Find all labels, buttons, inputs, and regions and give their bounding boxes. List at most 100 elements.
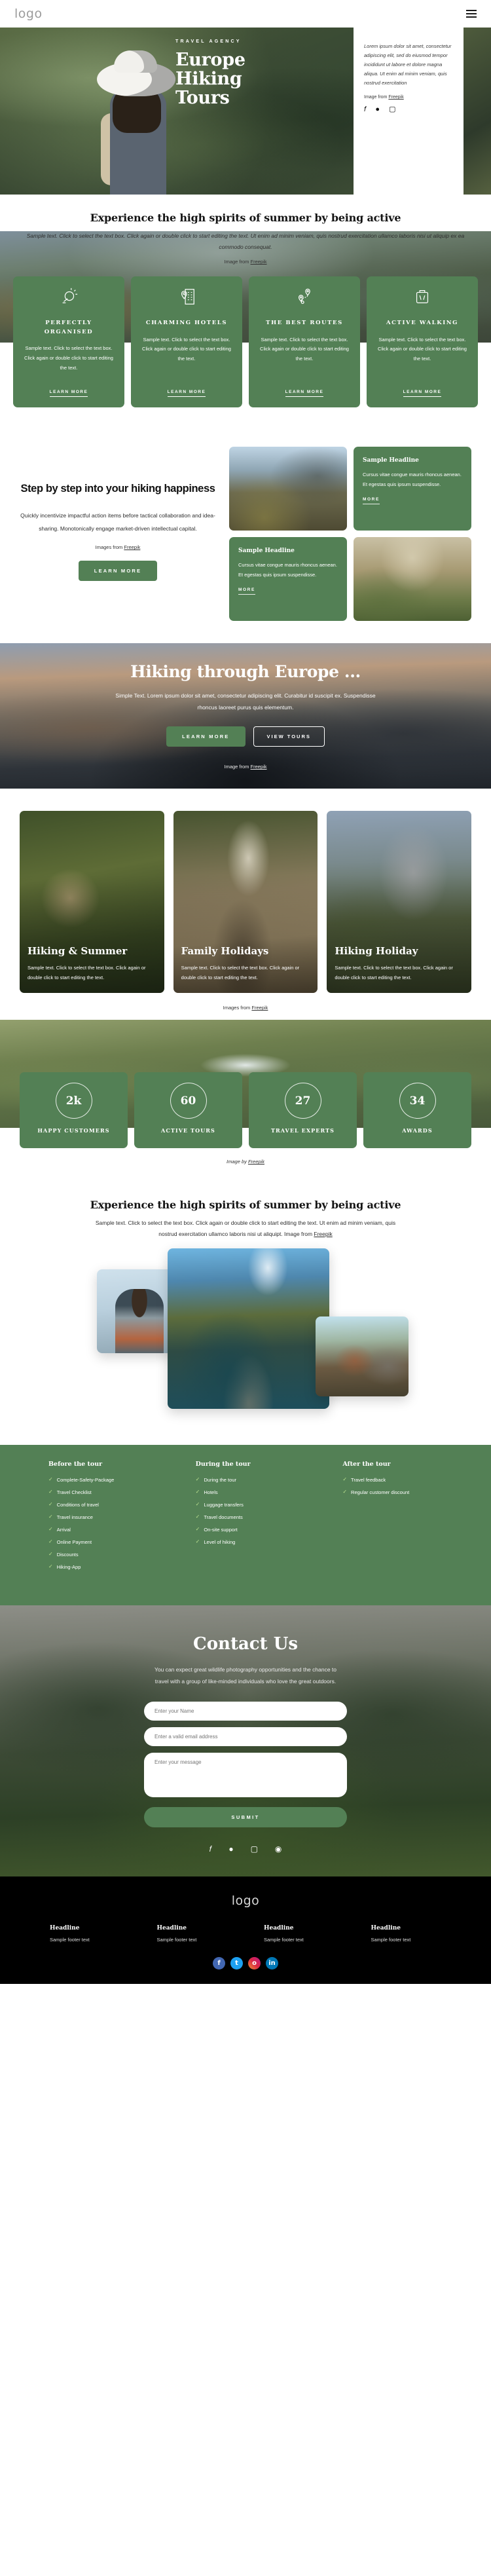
- instagram-icon[interactable]: ▢: [389, 106, 395, 113]
- step-credit-link[interactable]: Freepik: [124, 544, 140, 550]
- banner-view-tours-button[interactable]: VIEW TOURS: [253, 726, 325, 747]
- tours-credit-link[interactable]: Freepik: [251, 1005, 268, 1011]
- link-item[interactable]: ✓ Online Payment: [48, 1539, 177, 1544]
- footer-column-text: Sample footer text: [50, 1937, 90, 1943]
- links-column-heading: During the tour: [195, 1461, 251, 1468]
- link-item[interactable]: ✓ On-site support: [196, 1527, 325, 1532]
- step-title: Step by step into your hiking happiness: [20, 483, 215, 495]
- link-item[interactable]: ✓ Travel feedback: [342, 1477, 471, 1482]
- contact-form: SUBMIT: [144, 1702, 347, 1828]
- step-card-text: Cursus vitae congue mauris rhoncus aenea…: [238, 562, 337, 578]
- footer-column-text: Sample footer text: [371, 1937, 411, 1943]
- footer-column-text: Sample footer text: [156, 1937, 197, 1943]
- gallery-image-lake[interactable]: [168, 1248, 329, 1409]
- step-card-more-link[interactable]: MORE: [363, 497, 380, 505]
- step-learn-more-button[interactable]: LEARN MORE: [78, 561, 158, 582]
- stat-label: TRAVEL EXPERTS: [271, 1127, 335, 1134]
- facebook-icon[interactable]: f: [213, 1957, 225, 1970]
- email-input[interactable]: [144, 1727, 347, 1747]
- stat-card: 60 ACTIVE TOURS: [134, 1072, 242, 1149]
- link-item[interactable]: ✓ Travel Checklist: [48, 1489, 177, 1495]
- features-title: Experience the high spirits of summer by…: [90, 212, 401, 224]
- banner-section: Hiking through Europe ... Simple Text. L…: [0, 643, 491, 789]
- check-icon: ✓: [195, 1526, 200, 1533]
- linkedin-icon[interactable]: in: [266, 1957, 278, 1970]
- link-item[interactable]: ✓ Arrival: [48, 1527, 177, 1532]
- stats-credit-link[interactable]: Freepik: [248, 1159, 264, 1165]
- links-column-before-tour: Before the tour ✓ Complete-Safety-Package…: [48, 1461, 177, 1577]
- link-item[interactable]: ✓ Discounts: [48, 1552, 177, 1557]
- feature-card[interactable]: THE BEST ROUTES Sample text. Click to se…: [249, 276, 360, 408]
- step-section: Step by step into your hiking happiness …: [0, 424, 491, 643]
- gallery-image-collage: [20, 1248, 471, 1445]
- footer-column-heading: Headline: [264, 1925, 294, 1932]
- twitter-icon[interactable]: t: [230, 1957, 243, 1970]
- link-item[interactable]: ✓ Conditions of travel: [48, 1502, 177, 1507]
- feature-card-cta[interactable]: LEARN MORE: [285, 390, 324, 398]
- link-item-label: During the tour: [204, 1476, 236, 1483]
- gallery-image-trees[interactable]: [316, 1316, 409, 1397]
- footer-column: Headline Sample footer text: [157, 1925, 258, 1943]
- step-card-more-link[interactable]: MORE: [238, 588, 255, 595]
- submit-button[interactable]: SUBMIT: [144, 1807, 347, 1828]
- tour-card-text: Sample text. Click to select the text bo…: [335, 964, 453, 980]
- facebook-icon[interactable]: 𝑓: [209, 1844, 212, 1854]
- footer-logo[interactable]: logo: [0, 1894, 491, 1908]
- hotel-icon: [177, 287, 196, 310]
- step-tile-card[interactable]: Sample Headline Cursus vitae congue maur…: [354, 447, 471, 531]
- hero-credit-link[interactable]: Freepik: [388, 95, 403, 100]
- features-credit-link[interactable]: Freepik: [251, 259, 267, 265]
- stat-card: 2k HAPPY CUSTOMERS: [20, 1072, 128, 1149]
- hero-image-credit: Image from Freepik: [364, 95, 453, 100]
- link-item[interactable]: ✓ Complete-Safety-Package: [48, 1477, 177, 1482]
- gallery-credit-link[interactable]: Freepik: [314, 1231, 332, 1237]
- feature-card[interactable]: CHARMING HOTELS Sample text. Click to se…: [131, 276, 242, 408]
- feature-card-title: THE BEST ROUTES: [266, 320, 343, 327]
- link-item[interactable]: ✓ Level of hiking: [196, 1539, 325, 1544]
- check-icon: ✓: [195, 1476, 200, 1483]
- features-credit-prefix: Image from: [224, 259, 251, 265]
- twitter-icon[interactable]: ●: [375, 106, 380, 113]
- message-input[interactable]: [144, 1753, 347, 1798]
- feature-card-cta[interactable]: LEARN MORE: [167, 390, 206, 398]
- tour-card[interactable]: Hiking & Summer Sample text. Click to se…: [20, 811, 164, 994]
- gallery-paragraph: Sample text. Click to select the text bo…: [88, 1218, 403, 1239]
- link-item[interactable]: ✓ Travel documents: [196, 1514, 325, 1520]
- link-item[interactable]: ✓ Travel insurance: [48, 1514, 177, 1520]
- instagram-icon[interactable]: o: [248, 1957, 261, 1970]
- tour-card[interactable]: Hiking Holiday Sample text. Click to sel…: [327, 811, 472, 994]
- feature-card[interactable]: PERFECTLY ORGANISED Sample text. Click t…: [13, 276, 124, 408]
- facebook-icon[interactable]: 𝑓: [364, 106, 366, 113]
- banner-paragraph: Simple Text. Lorem ipsum dolor sit amet,…: [115, 692, 376, 711]
- stat-value: 2k: [65, 1094, 82, 1108]
- stat-label: ACTIVE TOURS: [161, 1127, 215, 1134]
- name-input[interactable]: [144, 1702, 347, 1721]
- link-item[interactable]: ✓ Regular customer discount: [342, 1489, 471, 1495]
- stat-ring: 60: [170, 1083, 207, 1119]
- link-item[interactable]: ✓ Luggage transfers: [196, 1502, 325, 1507]
- stat-card: 34 AWARDS: [363, 1072, 471, 1149]
- feature-card-cta[interactable]: LEARN MORE: [49, 390, 88, 398]
- feature-card-cta[interactable]: LEARN MORE: [403, 390, 442, 398]
- banner-learn-more-button[interactable]: LEARN MORE: [166, 726, 245, 747]
- link-item[interactable]: ✓ Hiking-App: [48, 1564, 177, 1569]
- link-item[interactable]: ✓ Hotels: [196, 1489, 325, 1495]
- site-logo[interactable]: logo: [14, 7, 43, 21]
- link-item[interactable]: ✓ During the tour: [196, 1477, 325, 1482]
- link-item-label: Conditions of travel: [56, 1501, 99, 1508]
- footer-column: Headline Sample footer text: [264, 1925, 365, 1943]
- banner-image-credit: Image from Freepik: [108, 764, 383, 770]
- banner-credit-link[interactable]: Freepik: [251, 764, 267, 770]
- twitter-icon[interactable]: ●: [228, 1844, 233, 1854]
- step-image-credit: Images from Freepik: [20, 544, 216, 550]
- instagram-icon[interactable]: ▢: [251, 1844, 258, 1854]
- tour-card[interactable]: Family Holidays Sample text. Click to se…: [173, 811, 318, 994]
- step-tile-card[interactable]: Sample Headline Cursus vitae congue maur…: [229, 537, 347, 622]
- feature-card-text: Sample text. Click to select the text bo…: [378, 336, 467, 362]
- step-card-headline: Sample Headline: [363, 457, 419, 464]
- dribbble-icon[interactable]: ◉: [275, 1844, 282, 1854]
- feature-card[interactable]: ACTIVE WALKING Sample text. Click to sel…: [367, 276, 478, 408]
- hamburger-menu-icon[interactable]: [466, 10, 477, 18]
- stats-credit-prefix: Image by: [227, 1159, 248, 1165]
- footer-column-text: Sample footer text: [264, 1937, 304, 1943]
